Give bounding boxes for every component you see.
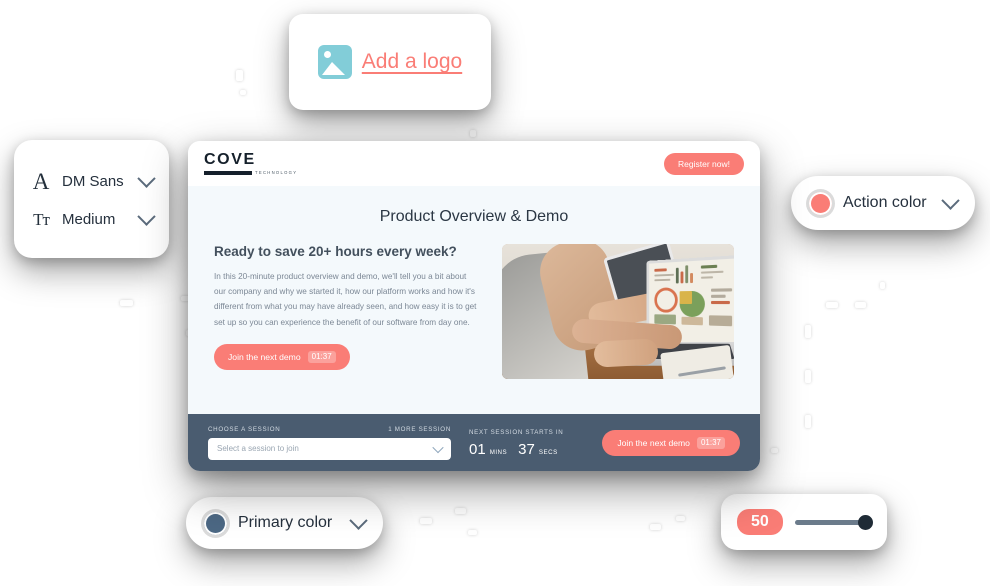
decorative-speck bbox=[805, 370, 811, 383]
hero-section: Ready to save 20+ hours every week? In t… bbox=[214, 244, 734, 379]
opacity-slider-card[interactable]: 50 bbox=[721, 494, 887, 550]
site-header: COVE TECHNOLOGY Register now! bbox=[188, 141, 760, 186]
font-weight-value: Medium bbox=[62, 211, 116, 228]
register-now-button[interactable]: Register now! bbox=[664, 152, 744, 175]
chevron-down-icon[interactable] bbox=[432, 441, 444, 453]
slider-value: 50 bbox=[737, 508, 783, 536]
decorative-speck bbox=[470, 130, 476, 137]
decorative-speck bbox=[240, 90, 246, 95]
font-family-value: DM Sans bbox=[62, 173, 124, 190]
brand-subline: TECHNOLOGY bbox=[204, 170, 297, 175]
countdown-minutes-unit: MINS bbox=[489, 448, 508, 456]
session-labels-row: CHOOSE A SESSION 1 MORE SESSION bbox=[208, 426, 451, 433]
countdown-seconds-unit: SECS bbox=[538, 448, 558, 456]
session-select-group: CHOOSE A SESSION 1 MORE SESSION Select a… bbox=[208, 426, 451, 460]
countdown-seconds: 37 bbox=[518, 440, 535, 458]
font-weight-icon: Tт bbox=[33, 210, 50, 229]
join-next-demo-button[interactable]: Join the next demo 01:37 bbox=[214, 343, 350, 370]
site-body: Product Overview & Demo Ready to save 20… bbox=[188, 186, 760, 379]
add-logo-card[interactable]: Add a logo bbox=[289, 14, 491, 110]
decorative-speck bbox=[855, 302, 866, 308]
decorative-speck bbox=[826, 302, 838, 308]
session-bar: CHOOSE A SESSION 1 MORE SESSION Select a… bbox=[188, 414, 760, 471]
more-sessions-label: 1 MORE SESSION bbox=[388, 425, 451, 433]
primary-color-label: Primary color bbox=[238, 514, 333, 531]
chevron-down-icon[interactable] bbox=[137, 169, 156, 188]
canvas: Add a logo A DM Sans Tт Medium Action co… bbox=[0, 0, 990, 586]
countdown-minutes: 01 bbox=[469, 440, 486, 458]
action-color-swatch[interactable] bbox=[809, 191, 832, 215]
slider-thumb[interactable] bbox=[858, 514, 873, 530]
hero-text-column: Ready to save 20+ hours every week? In t… bbox=[214, 244, 480, 370]
decorative-speck bbox=[880, 282, 885, 289]
font-family-row[interactable]: A DM Sans bbox=[30, 169, 156, 194]
brand-logo[interactable]: COVE TECHNOLOGY bbox=[204, 152, 297, 175]
countdown-label: NEXT SESSION STARTS IN bbox=[469, 428, 564, 436]
decorative-speck bbox=[420, 518, 432, 524]
decorative-speck bbox=[650, 524, 661, 530]
session-select-placeholder: Select a session to join bbox=[217, 444, 299, 453]
primary-color-swatch[interactable] bbox=[204, 511, 227, 535]
preview-window: COVE TECHNOLOGY Register now! Product Ov… bbox=[188, 141, 760, 471]
decorative-speck bbox=[805, 415, 811, 428]
brand-bar bbox=[204, 170, 252, 175]
brand-name: COVE bbox=[204, 151, 256, 168]
decorative-speck bbox=[771, 448, 778, 453]
font-settings-card: A DM Sans Tт Medium bbox=[14, 140, 169, 258]
decorative-speck bbox=[236, 70, 243, 81]
primary-color-card[interactable]: Primary color bbox=[186, 497, 383, 549]
action-color-label: Action color bbox=[843, 194, 927, 211]
page-title: Product Overview & Demo bbox=[379, 208, 569, 225]
join-next-demo-timer: 01:37 bbox=[307, 350, 336, 363]
slider-control[interactable] bbox=[794, 512, 873, 532]
chevron-down-icon[interactable] bbox=[941, 190, 960, 210]
decorative-speck bbox=[805, 325, 811, 338]
join-next-demo-label: Join the next demo bbox=[228, 351, 301, 362]
brand-tagline: TECHNOLOGY bbox=[255, 170, 298, 175]
decorative-speck bbox=[455, 508, 466, 514]
font-weight-row[interactable]: Tт Medium bbox=[30, 207, 156, 229]
chevron-down-icon[interactable] bbox=[349, 510, 368, 530]
session-bar-join-button[interactable]: Join the next demo 01:37 bbox=[602, 429, 740, 456]
hero-heading: Ready to save 20+ hours every week? bbox=[214, 244, 457, 259]
decorative-speck bbox=[120, 300, 133, 306]
countdown-group: NEXT SESSION STARTS IN 01 MINS 37 SECS bbox=[469, 429, 565, 457]
session-select[interactable]: Select a session to join bbox=[208, 437, 451, 460]
action-color-card[interactable]: Action color bbox=[791, 176, 975, 230]
session-bar-join-label: Join the next demo bbox=[617, 437, 690, 448]
image-placeholder-icon bbox=[317, 45, 352, 79]
font-family-icon: A bbox=[32, 169, 50, 194]
photo-hands bbox=[593, 338, 659, 368]
add-logo-link[interactable]: Add a logo bbox=[362, 50, 462, 74]
session-bar-join-timer: 01:37 bbox=[696, 436, 725, 449]
countdown-value: 01 MINS 37 SECS bbox=[469, 442, 565, 457]
choose-session-label: CHOOSE A SESSION bbox=[208, 425, 281, 433]
hero-paragraph: In this 20-minute product overview and d… bbox=[214, 272, 477, 327]
chevron-down-icon[interactable] bbox=[137, 207, 156, 226]
decorative-speck bbox=[676, 516, 685, 521]
hero-photo bbox=[502, 244, 734, 379]
decorative-speck bbox=[468, 530, 477, 535]
